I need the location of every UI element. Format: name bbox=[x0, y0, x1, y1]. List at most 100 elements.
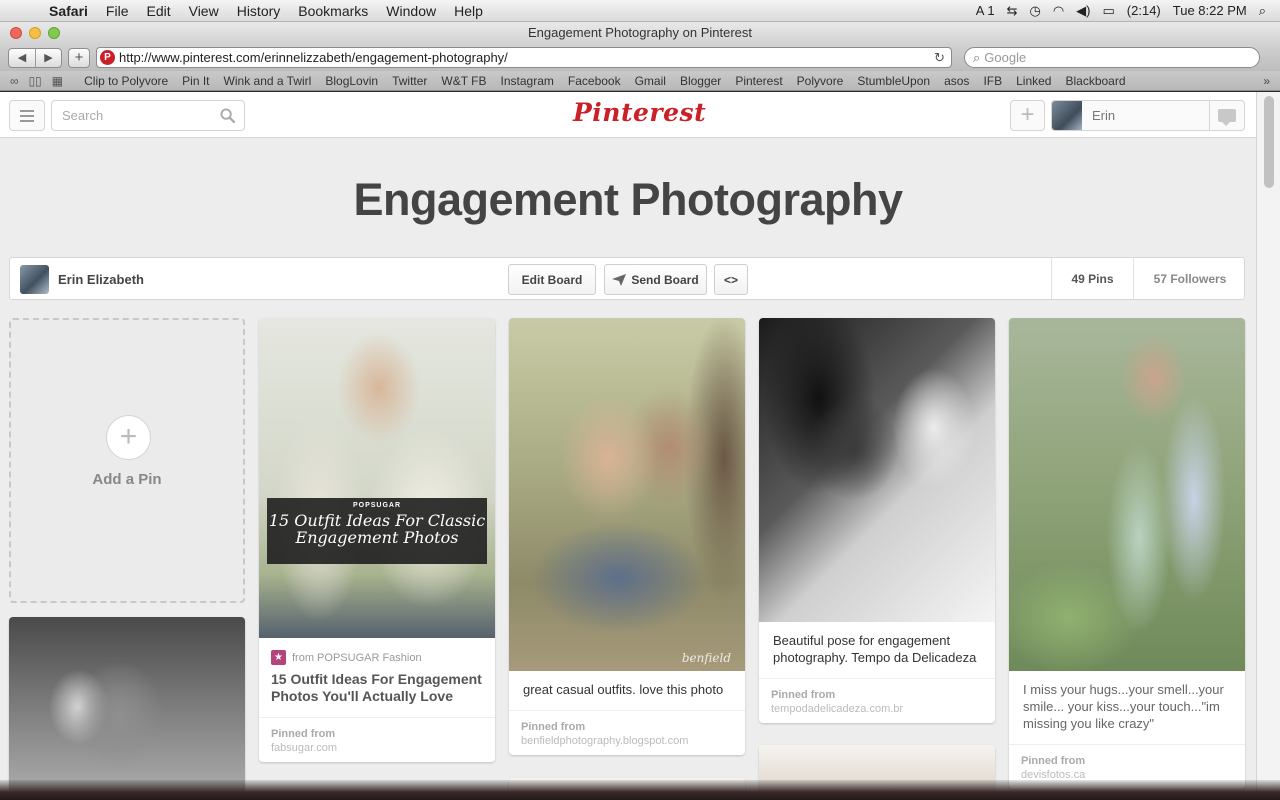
menu-bookmarks[interactable]: Bookmarks bbox=[289, 3, 377, 19]
code-icon: <> bbox=[723, 272, 738, 287]
forward-button[interactable]: ▶ bbox=[35, 48, 61, 67]
star-icon: ★ bbox=[271, 650, 286, 665]
pinterest-header: Pinterest + Erin bbox=[0, 92, 1256, 138]
messages-button[interactable] bbox=[1209, 101, 1244, 130]
url-text[interactable]: http://www.pinterest.com/erinnelizzabeth… bbox=[119, 50, 934, 65]
pin-image[interactable] bbox=[9, 617, 245, 800]
window-titlebar: Engagement Photography on Pinterest bbox=[0, 22, 1280, 44]
board-owner-name[interactable]: Erin Elizabeth bbox=[58, 272, 144, 287]
volume-icon[interactable]: ◀) bbox=[1076, 3, 1090, 19]
reload-icon[interactable]: ↻ bbox=[934, 50, 945, 66]
search-input[interactable] bbox=[52, 101, 212, 130]
bookmark-linked[interactable]: Linked bbox=[1009, 74, 1058, 88]
pinned-from-source[interactable]: benfieldphotography.blogspot.com bbox=[521, 735, 733, 747]
reading-list-icon[interactable]: ∞ bbox=[10, 74, 19, 88]
browser-toolbar: ◀ ▶ + P http://www.pinterest.com/erinnel… bbox=[0, 44, 1280, 71]
pin-card[interactable]: I miss your hugs...your smell...your smi… bbox=[1009, 318, 1245, 789]
hamburger-menu-icon[interactable] bbox=[9, 100, 45, 131]
pin-card[interactable] bbox=[9, 617, 245, 800]
bookmark-clip-to-polyvore[interactable]: Clip to Polyvore bbox=[77, 74, 175, 88]
pinterest-logo[interactable]: Pinterest bbox=[573, 98, 706, 127]
add-pin-label: Add a Pin bbox=[92, 471, 162, 488]
board-title: Engagement Photography bbox=[353, 174, 903, 225]
pin-card[interactable]: Beautiful pose for engagement photograph… bbox=[759, 318, 995, 723]
menu-history[interactable]: History bbox=[228, 3, 290, 19]
menu-safari[interactable]: Safari bbox=[40, 3, 97, 19]
book-icon[interactable]: ▯▯ bbox=[29, 74, 42, 88]
address-bar[interactable]: P http://www.pinterest.com/erinnelizzabe… bbox=[96, 47, 952, 68]
clock[interactable]: Tue 8:22 PM bbox=[1173, 3, 1247, 18]
sync-icon[interactable]: ⇆ bbox=[1007, 3, 1018, 19]
board-header-bar: Erin Elizabeth Edit Board Send Board <> … bbox=[9, 257, 1245, 300]
followers-count[interactable]: 57 Followers bbox=[1133, 258, 1246, 299]
menu-file[interactable]: File bbox=[97, 3, 138, 19]
pin-image[interactable]: benfield bbox=[509, 318, 745, 671]
user-menu-button[interactable]: Erin bbox=[1051, 100, 1245, 131]
input-indicator[interactable]: A 1 bbox=[976, 3, 995, 18]
page-scrollbar[interactable] bbox=[1256, 92, 1280, 800]
bookmarks-overflow-icon[interactable]: » bbox=[1263, 74, 1270, 88]
embed-button[interactable]: <> bbox=[714, 264, 748, 295]
bookmark-wt-fb[interactable]: W&T FB bbox=[434, 74, 493, 88]
adobe-icon: A bbox=[975, 3, 984, 18]
add-pin-card[interactable]: + Add a Pin bbox=[9, 318, 245, 603]
bookmark-stumbleupon[interactable]: StumbleUpon bbox=[850, 74, 937, 88]
bookmark-asos[interactable]: asos bbox=[937, 74, 976, 88]
back-button[interactable]: ◀ bbox=[9, 49, 35, 67]
bookmark-bloglovin[interactable]: BlogLovin bbox=[318, 74, 385, 88]
mac-menubar: Safari File Edit View History Bookmarks … bbox=[0, 0, 1280, 22]
bookmark-ifb[interactable]: IFB bbox=[976, 74, 1009, 88]
time-machine-icon[interactable]: ◷ bbox=[1029, 3, 1040, 19]
bookmark-gmail[interactable]: Gmail bbox=[628, 74, 673, 88]
avatar bbox=[1052, 101, 1082, 130]
history-nav: ◀ ▶ bbox=[8, 47, 62, 68]
overlay-brand: POPSUGAR bbox=[352, 502, 402, 509]
bookmark-pinterest[interactable]: Pinterest bbox=[728, 74, 789, 88]
bookmark-polyvore[interactable]: Polyvore bbox=[790, 74, 851, 88]
image-overlay-caption: POPSUGAR 15 Outfit Ideas For Classic Eng… bbox=[267, 498, 487, 564]
bookmark-wink-and-a-twirl[interactable]: Wink and a Twirl bbox=[217, 74, 319, 88]
pin-card[interactable]: POPSUGAR 15 Outfit Ideas For Classic Eng… bbox=[259, 318, 495, 762]
bookmark-pin-it[interactable]: Pin It bbox=[175, 74, 216, 88]
zoom-window-button[interactable] bbox=[48, 27, 60, 39]
menu-window[interactable]: Window bbox=[377, 3, 445, 19]
battery-icon[interactable]: ▭ bbox=[1103, 3, 1115, 19]
menu-help[interactable]: Help bbox=[445, 3, 492, 19]
edit-board-button[interactable]: Edit Board bbox=[508, 264, 596, 295]
top-sites-grid-icon[interactable]: ▦ bbox=[52, 74, 63, 88]
browser-search-field[interactable]: ⌕ Google bbox=[964, 47, 1260, 68]
send-board-button[interactable]: Send Board bbox=[604, 264, 707, 295]
bookmark-twitter[interactable]: Twitter bbox=[385, 74, 434, 88]
menu-edit[interactable]: Edit bbox=[137, 3, 179, 19]
scrollbar-thumb[interactable] bbox=[1264, 96, 1274, 188]
traffic-lights bbox=[10, 27, 60, 39]
pin-title[interactable]: 15 Outfit Ideas For Engagement Photos Yo… bbox=[259, 665, 495, 705]
add-bookmark-button[interactable]: + bbox=[68, 47, 90, 68]
desktop-edge bbox=[0, 780, 1280, 800]
search-icon: ⌕ bbox=[973, 49, 981, 65]
pin-image[interactable]: POPSUGAR 15 Outfit Ideas For Classic Eng… bbox=[259, 318, 495, 638]
close-window-button[interactable] bbox=[10, 27, 22, 39]
pin-image[interactable] bbox=[759, 318, 995, 622]
pinned-from-label: Pinned from bbox=[271, 728, 336, 740]
bookmark-instagram[interactable]: Instagram bbox=[494, 74, 561, 88]
pin-image[interactable] bbox=[1009, 318, 1245, 671]
add-pin-plus-button[interactable]: + bbox=[1010, 100, 1045, 131]
pin-card[interactable]: benfield great casual outfits. love this… bbox=[509, 318, 745, 755]
owner-avatar[interactable] bbox=[20, 265, 49, 294]
paper-plane-icon bbox=[612, 273, 627, 286]
browser-search-placeholder: Google bbox=[984, 50, 1027, 65]
battery-time: (2:14) bbox=[1126, 3, 1161, 18]
bookmark-blogger[interactable]: Blogger bbox=[673, 74, 728, 88]
pin-source-attribution[interactable]: ★ from POPSUGAR Fashion bbox=[259, 638, 495, 665]
menu-view[interactable]: View bbox=[180, 3, 228, 19]
wifi-icon[interactable]: ◠ bbox=[1053, 3, 1064, 19]
minimize-window-button[interactable] bbox=[29, 27, 41, 39]
pins-count[interactable]: 49 Pins bbox=[1051, 258, 1133, 299]
bookmark-facebook[interactable]: Facebook bbox=[561, 74, 628, 88]
pinned-from-source[interactable]: tempodadelicadeza.com.br bbox=[771, 703, 983, 715]
bookmark-blackboard[interactable]: Blackboard bbox=[1058, 74, 1132, 88]
search-icon[interactable] bbox=[220, 108, 235, 123]
spotlight-icon[interactable]: ⌕ bbox=[1259, 3, 1266, 19]
pinned-from-source[interactable]: fabsugar.com bbox=[271, 742, 483, 754]
